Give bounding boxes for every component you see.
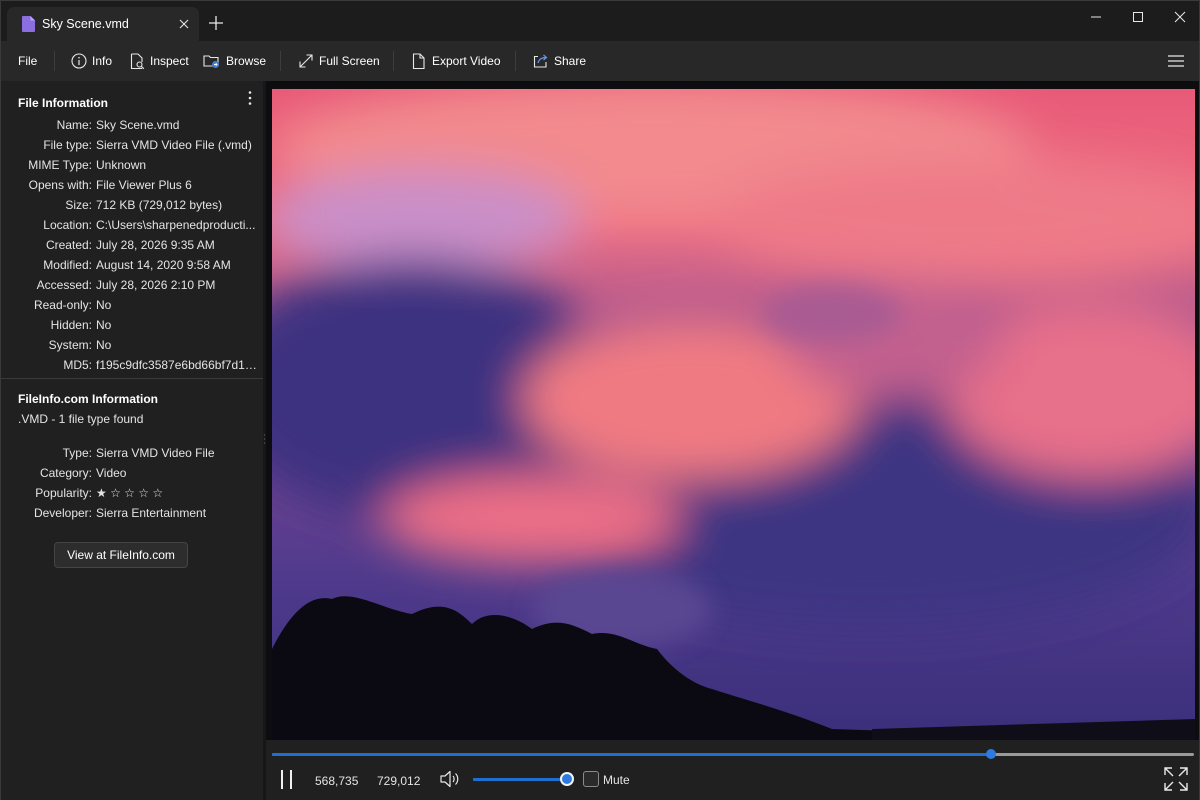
inspect-label: Inspect — [150, 54, 189, 68]
volume-slider-fill — [473, 778, 567, 781]
player-controls: 568,735 729,012 Mute — [266, 740, 1199, 800]
fi-row-category: Category: Video — [39, 466, 127, 480]
tab-sky-scene[interactable]: Sky Scene.vmd — [7, 7, 199, 41]
minimize-button[interactable] — [1073, 1, 1119, 33]
file-menu-label: File — [18, 54, 38, 68]
info-row-accessed: Accessed: July 28, 2026 2:10 PM — [36, 278, 216, 292]
hamburger-menu-icon[interactable] — [1167, 53, 1185, 69]
volume-slider[interactable] — [473, 774, 572, 784]
share-button[interactable]: Share — [533, 51, 586, 71]
info-label: Info — [92, 54, 113, 68]
popularity-stars: ★ ☆ ☆ ☆ ☆ — [96, 486, 164, 500]
toolbar-separator — [280, 51, 281, 71]
full-screen-button[interactable]: Full Screen — [298, 51, 380, 71]
seek-bar-fill — [272, 753, 992, 756]
info-row-hidden: Hidden: No — [50, 318, 112, 332]
seek-bar[interactable] — [272, 749, 1194, 759]
more-options-icon[interactable] — [247, 90, 253, 106]
toolbar-separator — [393, 51, 394, 71]
info-row-opens-with: Opens with: File Viewer Plus 6 — [28, 178, 192, 192]
info-row-system: System: No — [48, 338, 112, 352]
inspect-document-icon — [130, 52, 145, 69]
info-row-file-type: File type: Sierra VMD Video File (.vmd) — [43, 138, 252, 152]
info-circle-icon — [71, 53, 87, 69]
app-window: Sky Scene.vmd File Info Inspect Browse F… — [0, 0, 1200, 800]
browse-button[interactable]: Browse — [203, 51, 266, 71]
mute-checkbox[interactable] — [583, 771, 599, 787]
minimize-icon — [1091, 16, 1101, 18]
toolbar-separator — [515, 51, 516, 71]
info-row-mime-type: MIME Type: Unknown — [28, 158, 147, 172]
close-icon — [1174, 11, 1186, 23]
pause-icon-bar — [290, 770, 292, 789]
close-window-button[interactable] — [1157, 1, 1200, 33]
tab-title: Sky Scene.vmd — [42, 17, 129, 31]
section-divider — [1, 378, 263, 379]
pause-icon-bar — [281, 770, 283, 789]
expand-diagonal-icon — [299, 54, 313, 68]
file-info-sidebar: File Information Name: Sky Scene.vmd File… — [1, 81, 263, 800]
info-row-location: Location: C:\Users\sharpenedproducti... — [43, 218, 256, 232]
fi-row-type: Type: Sierra VMD Video File — [62, 446, 215, 460]
export-video-label: Export Video — [432, 54, 501, 68]
full-screen-label: Full Screen — [319, 54, 380, 68]
video-viewport[interactable] — [266, 81, 1199, 741]
folder-browse-icon — [203, 55, 219, 68]
maximize-button[interactable] — [1115, 1, 1161, 33]
fi-row-developer: Developer: Sierra Entertainment — [33, 506, 207, 520]
maximize-icon — [1133, 12, 1143, 22]
export-video-button[interactable]: Export Video — [412, 51, 501, 71]
export-document-icon — [412, 52, 425, 69]
volume-icon[interactable] — [439, 768, 461, 790]
mute-label: Mute — [603, 773, 630, 787]
info-row-read-only: Read-only: No — [33, 298, 112, 312]
volume-thumb[interactable] — [562, 774, 572, 784]
fullscreen-expand-icon[interactable] — [1163, 766, 1189, 792]
info-row-created: Created: July 28, 2026 9:35 AM — [45, 238, 215, 252]
info-button[interactable]: Info — [71, 51, 112, 71]
file-types-found: .VMD - 1 file type found — [18, 412, 144, 426]
new-tab-icon[interactable] — [208, 15, 224, 31]
title-bar: Sky Scene.vmd — [1, 1, 1199, 41]
close-tab-icon[interactable] — [175, 15, 193, 33]
info-row-md5: MD5: f195c9dfc3587e6bd66bf7d154... — [63, 358, 258, 372]
info-row-name: Name: Sky Scene.vmd — [56, 118, 180, 132]
browse-label: Browse — [226, 54, 267, 68]
fileinfo-com-title: FileInfo.com Information — [18, 392, 158, 406]
toolbar-separator — [54, 51, 55, 71]
toolbar: File Info Inspect Browse Full Screen Exp… — [1, 41, 1199, 81]
file-menu-button[interactable]: File — [18, 51, 37, 71]
pause-button[interactable] — [280, 770, 296, 790]
info-row-size: Size: 712 KB (729,012 bytes) — [65, 198, 223, 212]
view-at-fileinfo-button[interactable]: View at FileInfo.com — [54, 542, 188, 568]
share-label: Share — [554, 54, 587, 68]
video-frame[interactable] — [272, 89, 1195, 741]
current-position: 568,735 — [315, 774, 359, 788]
info-row-modified: Modified: August 14, 2020 9:58 AM — [43, 258, 231, 272]
seek-thumb[interactable] — [986, 749, 997, 759]
fi-row-popularity: Popularity: ★ ☆ ☆ ☆ ☆ — [35, 486, 164, 500]
file-information-title: File Information — [18, 96, 108, 110]
document-icon — [22, 16, 35, 32]
share-icon — [533, 54, 548, 68]
total-length: 729,012 — [377, 774, 421, 788]
inspect-button[interactable]: Inspect — [130, 51, 189, 71]
